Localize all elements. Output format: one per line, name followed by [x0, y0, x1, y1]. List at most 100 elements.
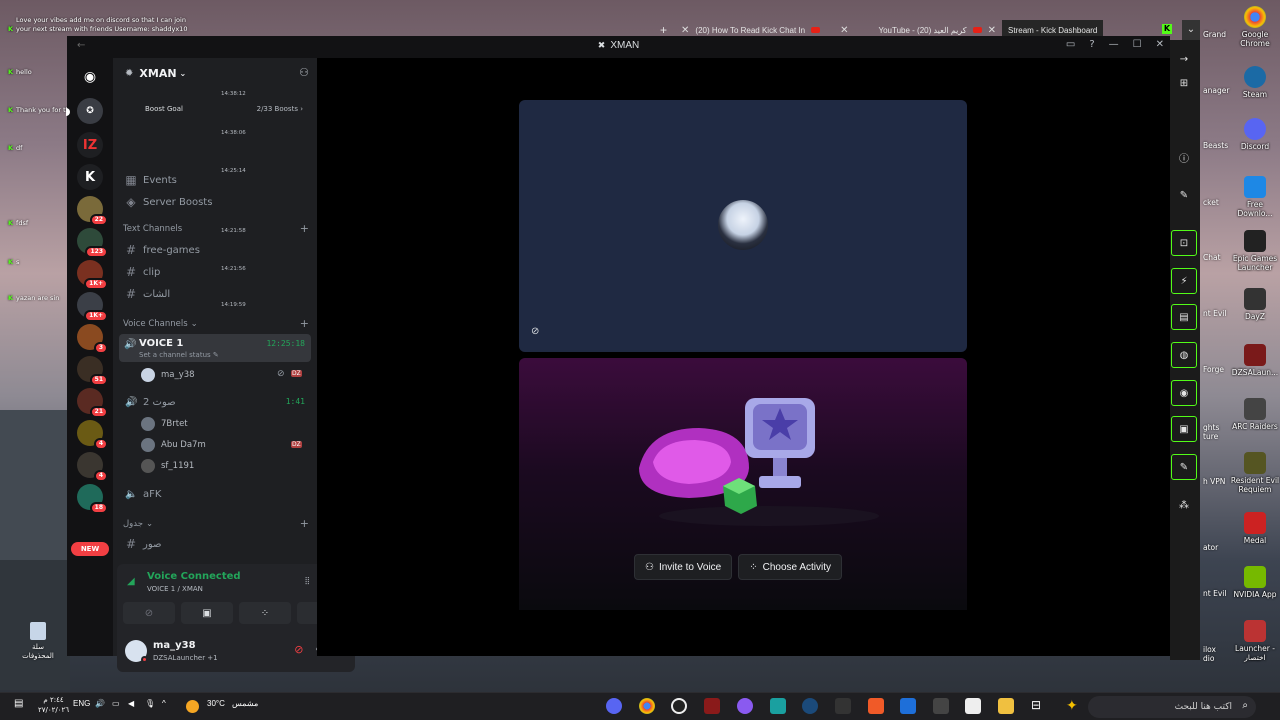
- wrench-icon[interactable]: ✎: [1171, 454, 1197, 480]
- info-icon[interactable]: ⓘ: [1171, 144, 1197, 170]
- channel-clip[interactable]: # clip: [119, 262, 311, 282]
- gift-icon[interactable]: ▣: [1171, 416, 1197, 442]
- category-other[interactable]: جدول ⌄: [123, 519, 153, 529]
- grid-icon[interactable]: ⊞: [1171, 70, 1197, 96]
- desktop-icon-partial[interactable]: ghts: [1203, 423, 1219, 432]
- screen-share-button[interactable]: ▣: [181, 602, 233, 624]
- desktop-icon-steam[interactable]: Steam: [1230, 66, 1280, 99]
- voice-user[interactable]: sf_1191: [141, 457, 194, 475]
- channel-free-games[interactable]: # free-games: [119, 240, 311, 260]
- weather-temperature[interactable]: 30°C: [207, 699, 225, 708]
- voice-channel-afk[interactable]: 🔈 aFK: [119, 484, 311, 504]
- chat-bubble-icon[interactable]: ◍: [1171, 342, 1197, 368]
- store-taskbar-icon[interactable]: [965, 698, 981, 714]
- voice-user[interactable]: 7Brtet: [141, 415, 188, 433]
- minimize-button[interactable]: —: [1109, 39, 1119, 50]
- server-icon[interactable]: 4: [77, 452, 108, 482]
- server-icon[interactable]: ✪: [77, 98, 103, 124]
- server-icon[interactable]: 18: [77, 484, 108, 514]
- server-icon[interactable]: 4: [77, 420, 108, 450]
- desktop-icon-nvidia[interactable]: NVIDIA App: [1230, 566, 1280, 599]
- server-icon[interactable]: 1K+: [77, 292, 108, 322]
- camera-button[interactable]: ⊘: [123, 602, 175, 624]
- boost-goal-bar[interactable]: Boost Goal 2/33 Boosts ›: [121, 100, 307, 118]
- tab-list-chevron-icon[interactable]: ⌄: [1182, 20, 1200, 40]
- desktop-icon-dayz[interactable]: DayZ: [1230, 288, 1280, 321]
- server-icon[interactable]: 51: [77, 356, 108, 386]
- hidden-icons-chevron-icon[interactable]: ^: [162, 699, 166, 708]
- create-channel-icon[interactable]: +: [300, 517, 309, 530]
- volume-icon[interactable]: 🔊: [95, 699, 105, 708]
- microphone-icon[interactable]: 🎙: [145, 699, 155, 708]
- activities-button[interactable]: ⁘: [239, 602, 291, 624]
- task-view-icon[interactable]: ⊟: [1031, 698, 1047, 714]
- server-header[interactable]: ✹ XMAN ⌄ ⚇: [113, 58, 317, 88]
- server-boosts-item[interactable]: ◈ Server Boosts: [119, 192, 311, 212]
- desktop-icon-dzsa[interactable]: DZSALaun...: [1230, 344, 1280, 377]
- desktop-icon-recycle-bin[interactable]: سلة المحذوفات: [18, 622, 58, 661]
- obs-taskbar-icon[interactable]: [671, 698, 687, 714]
- channel-chat[interactable]: # الشات: [119, 284, 311, 304]
- desktop-icon-partial[interactable]: dio: [1203, 654, 1214, 663]
- server-icon[interactable]: K: [77, 164, 103, 190]
- desktop-icon-launcher[interactable]: Launcher - اختصار: [1230, 620, 1280, 662]
- desktop-icon-partial[interactable]: ilox: [1203, 645, 1216, 654]
- desktop-icon-partial[interactable]: Grand: [1203, 30, 1226, 39]
- discord-home-icon[interactable]: ◉: [77, 64, 103, 90]
- app-taskbar-icon[interactable]: [868, 698, 884, 714]
- server-icon[interactable]: 22: [77, 196, 108, 226]
- desktop-icon-partial[interactable]: ture: [1203, 432, 1218, 441]
- voice-user[interactable]: Abu Da7m: [141, 436, 206, 454]
- copilot-icon[interactable]: ✦: [1066, 698, 1082, 714]
- network-icon[interactable]: ▭: [112, 699, 120, 708]
- desktop-icon-discord[interactable]: Discord: [1230, 118, 1280, 151]
- avatar[interactable]: [125, 640, 148, 663]
- close-button[interactable]: ✕: [1156, 39, 1164, 50]
- close-tab-icon[interactable]: ✕: [988, 25, 996, 36]
- language-indicator[interactable]: ENG: [73, 699, 90, 708]
- desktop-icon-partial[interactable]: h VPN: [1203, 477, 1225, 486]
- desktop-icon-partial[interactable]: Forge: [1203, 365, 1224, 374]
- speaker-icon[interactable]: ◀: [128, 699, 134, 708]
- file-explorer-icon[interactable]: [998, 698, 1014, 714]
- voice-channel-2[interactable]: 🔊 صوت 2: [119, 392, 311, 412]
- desktop-icon-partial[interactable]: anager: [1203, 86, 1229, 95]
- document-icon[interactable]: ▤: [1171, 304, 1197, 330]
- close-tab-icon[interactable]: ✕: [840, 25, 848, 36]
- help-icon[interactable]: ?: [1089, 39, 1094, 50]
- desktop-icon-partial[interactable]: cket: [1203, 198, 1219, 207]
- notifications-icon[interactable]: ▤: [14, 698, 23, 709]
- signal-strength-icon[interactable]: ◢: [127, 576, 135, 587]
- server-icon[interactable]: IZ: [77, 132, 103, 158]
- desktop-icon-chrome[interactable]: Google Chrome: [1230, 6, 1280, 48]
- capture-icon[interactable]: ⊡: [1171, 230, 1197, 256]
- desktop-icon-partial[interactable]: nt Evil: [1203, 589, 1226, 598]
- channel-images[interactable]: # صور: [119, 534, 311, 554]
- mute-mic-icon[interactable]: ⊘: [294, 643, 303, 656]
- desktop-icon-free-download[interactable]: Free Downlo...: [1230, 176, 1280, 218]
- app-taskbar-icon[interactable]: [933, 698, 949, 714]
- desktop-icon-epic[interactable]: Epic Games Launcher: [1230, 230, 1280, 272]
- broadcast-icon[interactable]: ◉: [1171, 380, 1197, 406]
- bolt-icon[interactable]: ⚡: [1171, 268, 1197, 294]
- voice-channel-voice1[interactable]: 🔊 VOICE 1 Set a channel status ✎ 12:25:1…: [119, 334, 311, 362]
- weather-text[interactable]: مشمس: [232, 699, 258, 708]
- participant-tile[interactable]: ⊘: [519, 100, 967, 352]
- twitch-taskbar-icon[interactable]: [737, 698, 753, 714]
- category-text-channels[interactable]: Text Channels: [123, 224, 182, 234]
- app-taskbar-icon[interactable]: [770, 698, 786, 714]
- server-icon[interactable]: 21: [77, 388, 108, 418]
- share-icon[interactable]: ⁂: [1171, 492, 1197, 518]
- taskbar-clock[interactable]: ٢:٤٤ م ٢٧/٠٢/٠٢٦: [38, 695, 69, 715]
- pencil-icon[interactable]: ✎: [1171, 182, 1197, 208]
- server-icon[interactable]: 3: [77, 324, 108, 354]
- voice-user[interactable]: ma_y38: [141, 366, 195, 384]
- channel-status[interactable]: Set a channel status ✎: [139, 351, 219, 359]
- choose-activity-button[interactable]: ⁘ Choose Activity: [738, 554, 842, 580]
- steam-taskbar-icon[interactable]: [802, 698, 818, 714]
- chrome-taskbar-icon[interactable]: [639, 698, 655, 714]
- game-taskbar-icon[interactable]: [835, 698, 851, 714]
- voice-status[interactable]: Voice Connected: [147, 571, 241, 582]
- desktop-icon-partial[interactable]: Chat: [1203, 253, 1221, 262]
- server-icon[interactable]: 123: [77, 228, 108, 258]
